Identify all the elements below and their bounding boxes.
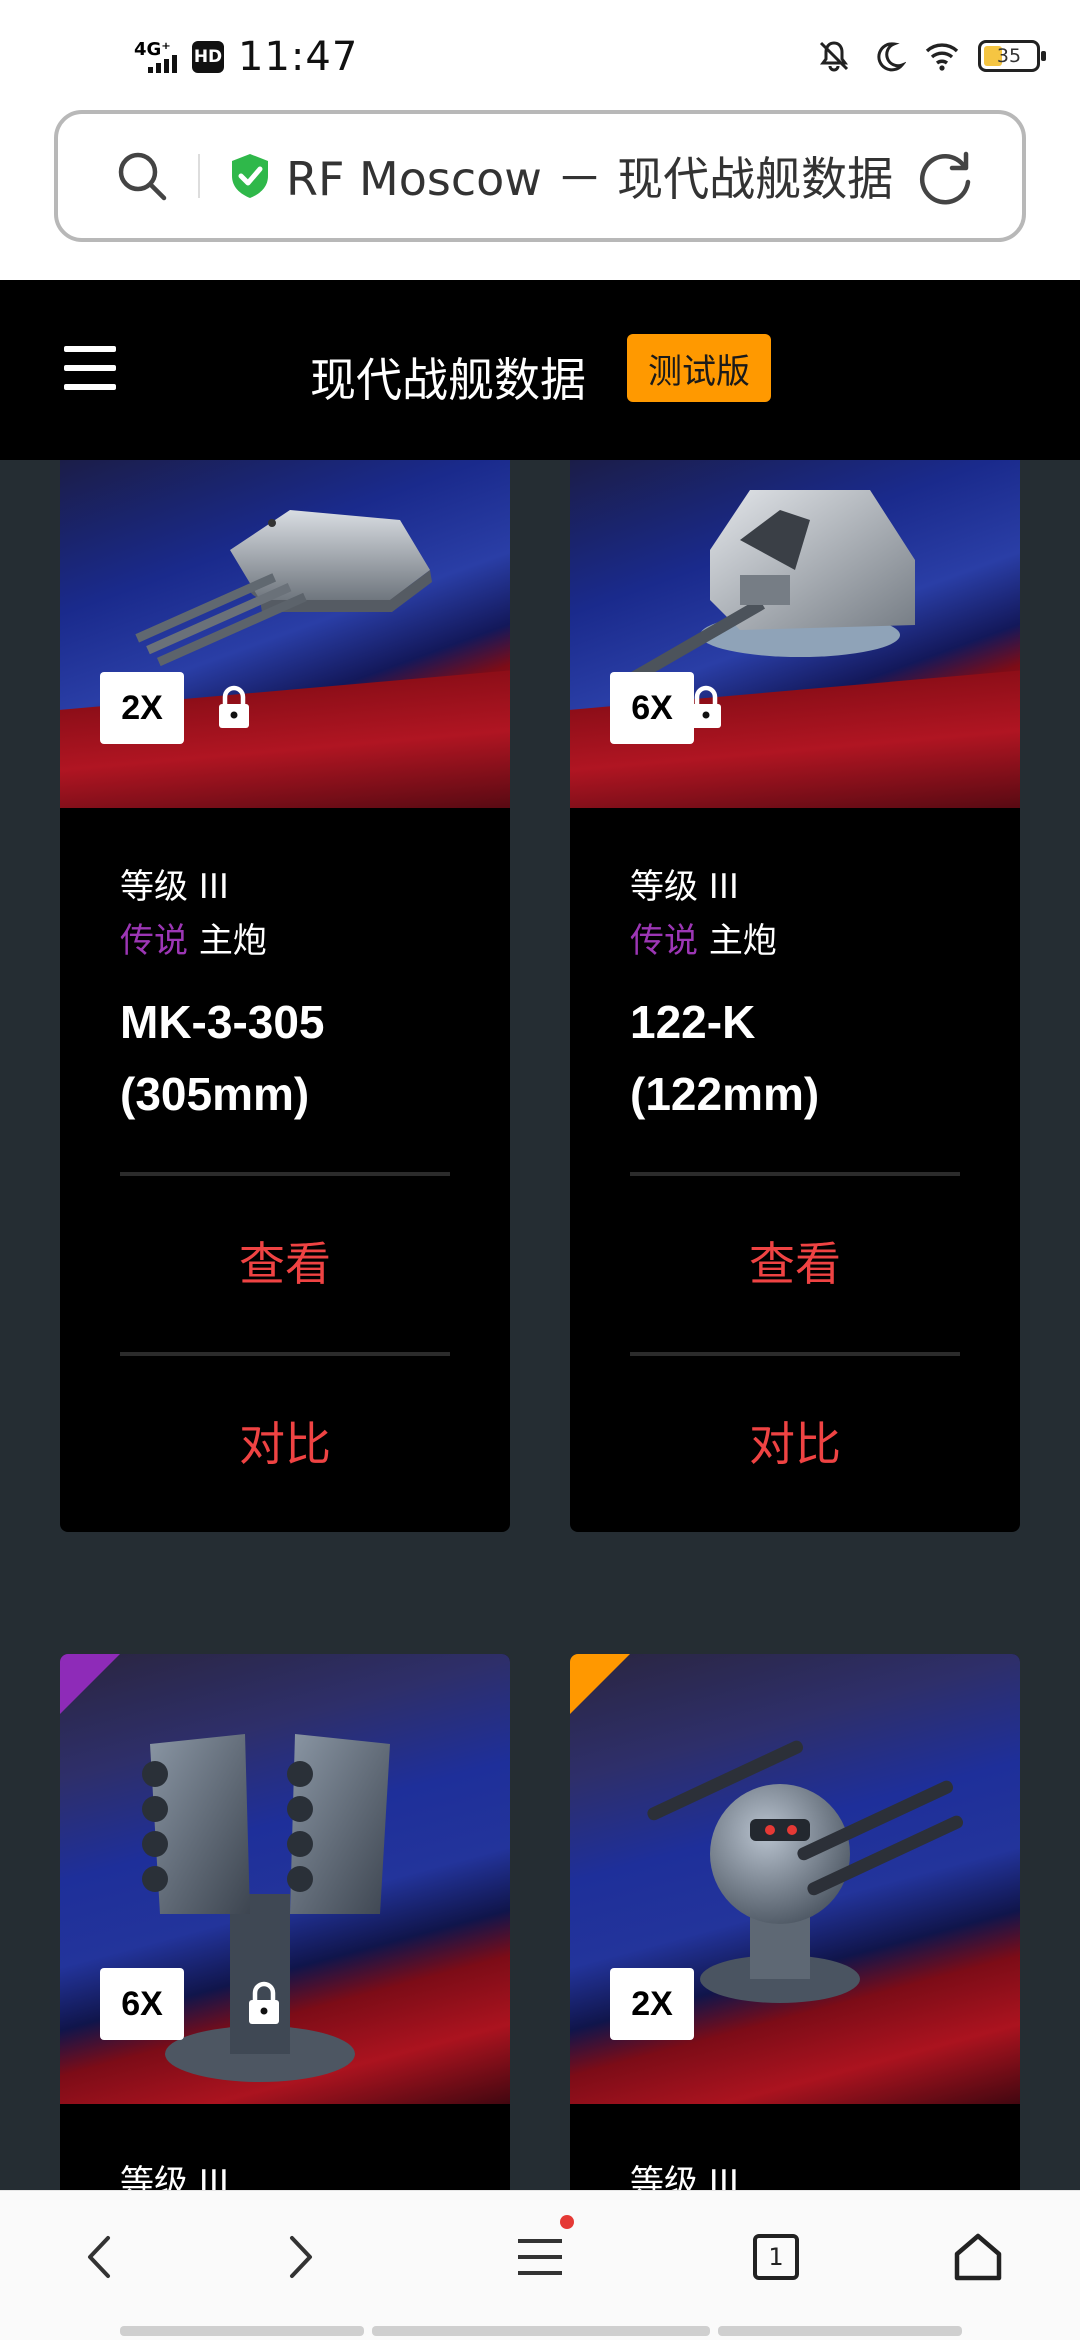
search-icon[interactable] [102,136,182,216]
battery-icon: 35 [978,40,1046,72]
rarity-line: 传说 主炮 [630,914,960,968]
weapon-grid: 2X 等级 III 传说 主炮 MK-3-305 (305mm) 查看 对比 6… [0,460,1080,2190]
compare-button[interactable]: 对比 [120,1356,450,1532]
site-title[interactable]: 现代战舰数据 [310,344,586,410]
weapon-name: MK-3-305 (305mm) [120,986,450,1130]
weapon-card: 2X 等级 III [570,1654,1020,2190]
weapon-card: 2X 等级 III 传说 主炮 MK-3-305 (305mm) 查看 对比 [60,460,510,1532]
notification-dot [560,2215,574,2229]
moon-icon [877,42,906,72]
tier-label: 等级 III [630,2163,739,2190]
cellular-signal-icon: 4G⁺ [134,37,178,77]
tier-label: 等级 III [120,2163,229,2190]
lock-icon [219,685,249,728]
view-button[interactable]: 查看 [120,1176,450,1352]
gesture-bar [120,2326,364,2336]
tier-label: 等级 III [120,867,229,907]
turret-image [135,510,432,667]
multiplier-badge: 2X [100,672,184,744]
reload-icon[interactable] [912,144,978,210]
beta-badge: 测试版 [627,334,771,402]
menu-icon[interactable] [500,2215,580,2297]
back-icon[interactable] [60,2217,140,2297]
home-icon[interactable] [938,2217,1018,2297]
status-bar: 4G⁺ HD 11:47 35 [0,0,1080,110]
url-text[interactable]: RF Moscow － 现代战舰数据 [286,143,893,209]
compare-button[interactable]: 对比 [630,1356,960,1532]
weapon-image[interactable] [60,460,510,808]
tab-count: 1 [753,2234,799,2280]
multiplier-badge: 6X [610,672,694,744]
gesture-bar [718,2326,962,2336]
weapon-name: 122-K (122mm) [630,986,960,1130]
rarity-label: 传说 [120,921,188,961]
tier-label: 等级 III [630,867,739,907]
hd-icon: HD [192,41,224,73]
weapon-name-line2: (122mm) [630,1068,820,1120]
weapon-type-label: 主炮 [198,921,267,961]
weapon-image[interactable] [570,460,1020,808]
lock-icon [249,1981,279,2024]
wifi-icon [925,43,959,71]
multiplier-badge: 6X [100,1968,184,2040]
weapon-card: 6X 等级 III [60,1654,510,2190]
forward-icon[interactable] [260,2217,340,2297]
multiplier-badge: 2X [610,1968,694,2040]
lock-icon [691,685,721,728]
weapon-name-line1: MK-3-305 [120,996,325,1048]
weapon-name-line2: (305mm) [120,1068,310,1120]
clock: 11:47 [238,34,359,80]
weapon-card: 6X 等级 III 传说 主炮 122-K (122mm) 查看 对比 [570,460,1020,1532]
rarity-label: 传说 [630,921,698,961]
turret-image [629,490,915,684]
address-divider [198,154,200,198]
browser-bottom-nav: 1 [0,2190,1080,2340]
view-button[interactable]: 查看 [630,1176,960,1352]
address-bar[interactable]: RF Moscow － 现代战舰数据 [54,110,1026,242]
mute-bell-icon [819,41,849,72]
rarity-corner [60,1654,120,1714]
weapon-name-line1: 122-K [630,996,756,1048]
gesture-bar [372,2326,710,2336]
rarity-line: 传说 主炮 [120,914,450,968]
shield-check-icon [232,154,268,198]
site-header: 现代战舰数据 测试版 [0,280,1080,460]
tabs-icon[interactable]: 1 [736,2217,816,2297]
hamburger-menu-icon[interactable] [64,346,116,390]
weapon-type-label: 主炮 [708,921,777,961]
rarity-corner [570,1654,630,1714]
